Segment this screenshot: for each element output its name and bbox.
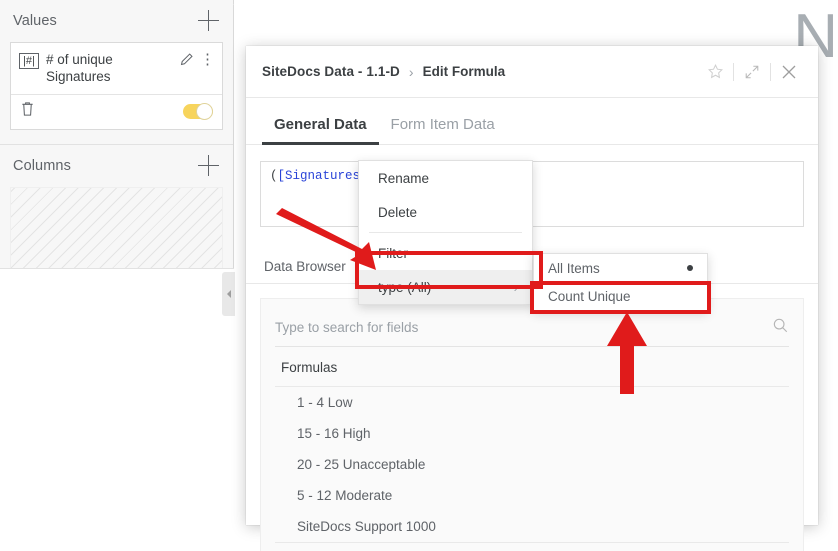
toggle-knob [196,103,213,120]
field-context-menu: Rename Delete Filter type (All) › [358,160,533,305]
menu-divider [369,232,522,233]
breadcrumb-separator-icon: › [408,63,414,80]
dialog-header: SiteDocs Data - 1.1-D › Edit Formula [246,46,818,98]
data-browser-pane: Formulas 1 - 4 Low 15 - 16 High 20 - 25 … [260,298,804,551]
breadcrumb-parent[interactable]: SiteDocs Data - 1.1-D [262,64,400,79]
value-enabled-toggle[interactable] [183,103,213,120]
header-divider [770,62,771,81]
field-group-certification-details-header[interactable]: Certification Details [275,542,789,551]
sidebar-lower-area [0,269,234,551]
menu-item-type-all[interactable]: type (All) › [359,270,532,304]
submenu-item-count-unique-label: Count Unique [548,288,631,304]
header-divider [733,62,734,81]
value-item-kebab-icon[interactable]: ⋮ [200,52,215,67]
breadcrumb-current: Edit Formula [422,64,506,79]
tab-general-data[interactable]: General Data [262,116,379,145]
type-submenu: All Items Count Unique [533,253,708,311]
tab-form-item-data[interactable]: Form Item Data [379,116,507,144]
list-item[interactable]: SiteDocs Support 1000 [275,511,789,542]
field-search-row [275,309,789,347]
edit-pencil-icon[interactable] [179,52,194,72]
formula-paren: ( [270,169,278,183]
favorite-star-icon[interactable] [700,58,730,86]
submenu-item-all-items-label: All Items [548,260,600,276]
columns-panel-title: Columns [13,158,71,174]
columns-empty-dropzone[interactable] [10,187,223,275]
value-item-row[interactable]: |#| # of unique Signatures ⋮ [11,43,222,94]
values-panel: Values |#| # of unique Signatures ⋮ [0,0,233,130]
screenshot-root: N Values |#| # of unique Signatures ⋮ Co… [0,0,838,551]
chevron-left-icon [226,290,231,298]
dialog-tabs: General Data Form Item Data [246,98,818,145]
value-item-footer [11,94,222,129]
submenu-item-all-items[interactable]: All Items [534,254,707,282]
menu-item-type-all-label: type (All) [378,279,432,295]
list-item[interactable]: 20 - 25 Unacceptable [275,449,789,480]
menu-item-rename[interactable]: Rename [359,161,532,195]
add-value-plus-icon[interactable] [198,10,220,32]
search-icon[interactable] [772,317,789,339]
values-panel-header: Values [0,0,233,42]
list-item[interactable]: 15 - 16 High [275,418,789,449]
columns-panel: Columns [0,145,233,275]
chevron-right-icon: › [513,279,518,295]
menu-item-filter[interactable]: Filter [359,236,532,270]
values-card: |#| # of unique Signatures ⋮ [10,42,223,130]
value-item-label: # of unique Signatures [46,52,113,84]
number-field-icon: |#| [19,53,39,69]
values-panel-title: Values [13,13,57,29]
subtab-data-browser[interactable]: Data Browser [262,259,348,283]
expand-arrows-icon[interactable] [737,58,767,86]
formula-field-token[interactable]: [Signatures] [278,169,368,183]
columns-panel-header: Columns [0,145,233,187]
submenu-item-count-unique[interactable]: Count Unique [534,282,707,310]
list-item[interactable]: 1 - 4 Low [275,387,789,418]
menu-item-delete[interactable]: Delete [359,195,532,229]
field-search-input[interactable] [275,320,764,335]
close-icon[interactable] [774,58,804,86]
list-item[interactable]: 5 - 12 Moderate [275,480,789,511]
left-sidebar: Values |#| # of unique Signatures ⋮ Colu… [0,0,234,551]
dialog-header-actions [700,58,804,86]
add-column-plus-icon[interactable] [198,155,220,177]
field-group-formulas-header[interactable]: Formulas [275,347,789,387]
selected-radio-dot-icon [687,265,693,271]
sidebar-collapse-handle[interactable] [222,272,235,316]
delete-trash-icon[interactable] [20,101,35,122]
